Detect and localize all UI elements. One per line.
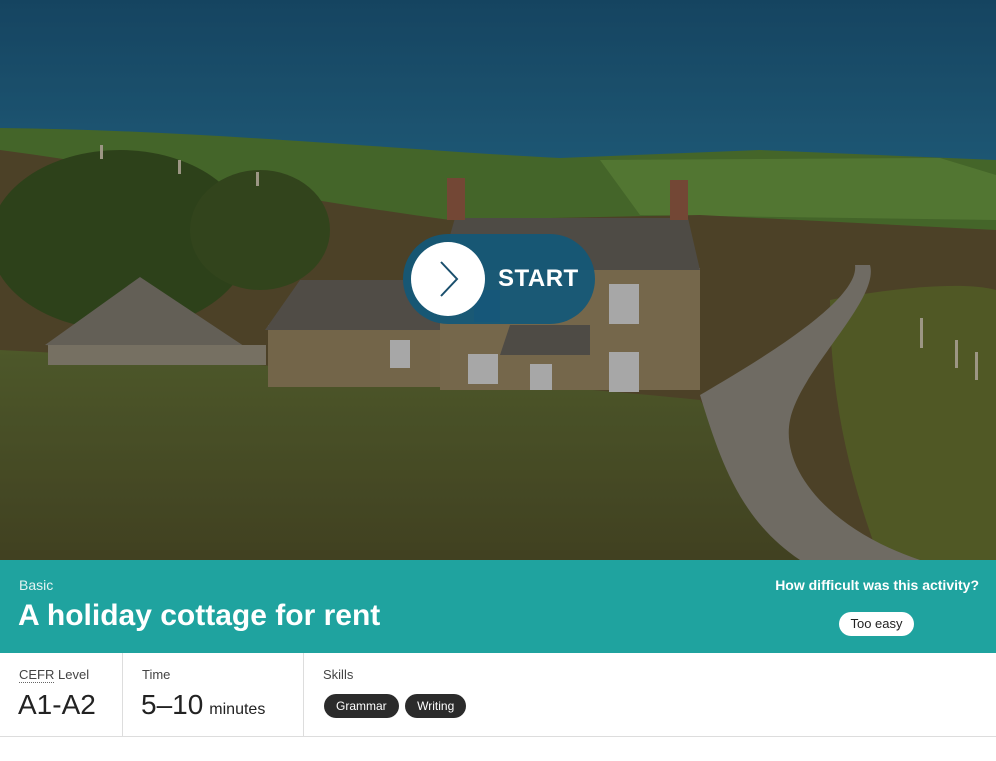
too-easy-button[interactable]: Too easy: [839, 612, 914, 636]
cefr-level-label-rest: Level: [54, 667, 90, 682]
activity-info-row: CEFR Level A1-A2 Time 5–10 minutes Skills…: [0, 653, 996, 737]
start-button[interactable]: START: [403, 234, 595, 324]
time-value-wrap: 5–10 minutes: [141, 689, 265, 721]
activity-header: Basic A holiday cottage for rent How dif…: [0, 560, 996, 653]
cefr-level-cell: CEFR Level A1-A2: [0, 653, 123, 736]
chevron-right-icon: [440, 261, 459, 297]
cefr-level-label: CEFR Level: [19, 667, 90, 683]
skills-label: Skills: [323, 667, 354, 682]
cefr-abbreviation: CEFR: [19, 667, 55, 683]
skills-cell: Skills Grammar Writing: [304, 653, 604, 736]
time-value: 5–10: [141, 689, 204, 720]
skill-tag-writing[interactable]: Writing: [405, 694, 467, 718]
cefr-level-value: A1-A2: [18, 689, 96, 720]
hero-image: START: [0, 0, 996, 560]
time-label: Time: [142, 667, 171, 682]
time-cell: Time 5–10 minutes: [123, 653, 304, 736]
page-title: A holiday cottage for rent: [18, 599, 381, 632]
level-tag: Basic: [19, 577, 54, 593]
difficulty-question: How difficult was this activity?: [775, 577, 979, 593]
time-unit: minutes: [209, 701, 266, 718]
start-icon-circle: [411, 242, 485, 316]
start-label: START: [498, 265, 579, 292]
skill-tag-grammar[interactable]: Grammar: [324, 694, 399, 718]
skills-list: Grammar Writing: [324, 694, 468, 718]
